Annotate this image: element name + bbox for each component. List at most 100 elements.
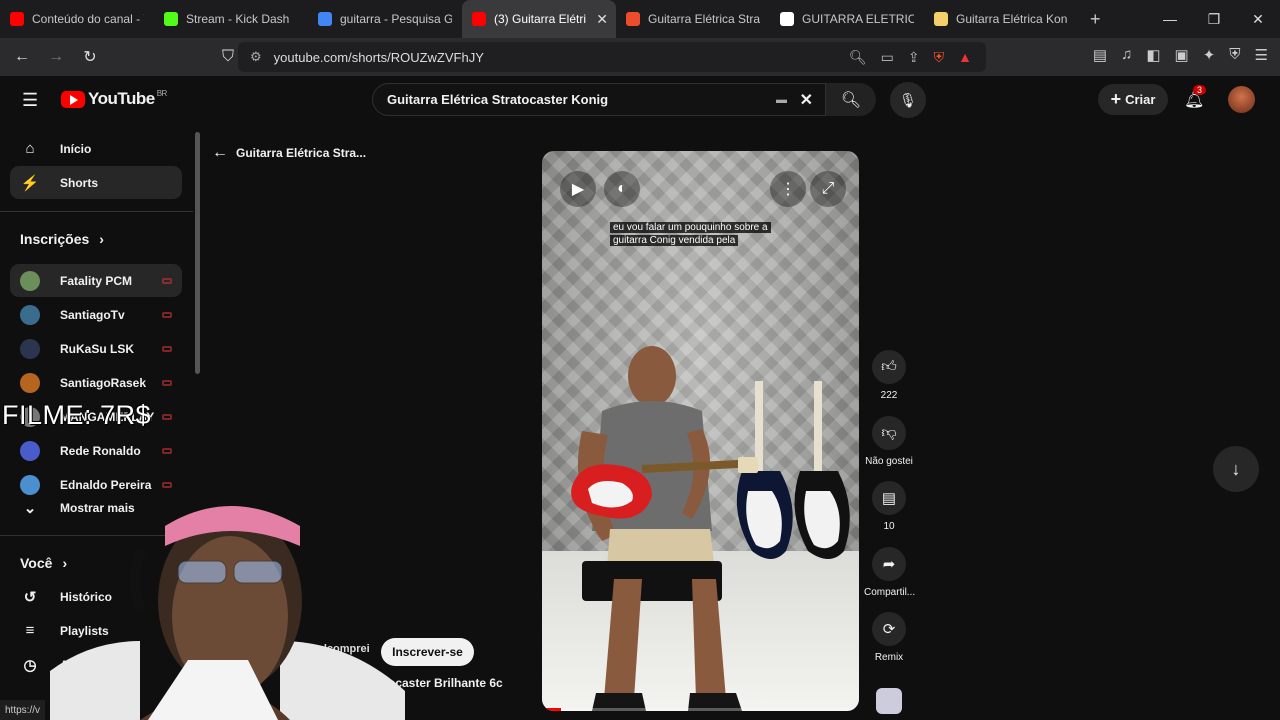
voice-search-button[interactable]: 🎙︎ (890, 82, 926, 118)
share-action[interactable]: ➦ Compartil... (864, 547, 916, 598)
sound-source-thumbnail[interactable] (864, 688, 914, 714)
history-icon: ↺ (23, 588, 37, 606)
cast-icon[interactable]: ▭ (881, 49, 894, 66)
address-bar[interactable]: ⚙ youtube.com/shorts/ROUZwZVFhJY 🔍︎ ▭ ⇪ … (238, 42, 986, 72)
playlist-icon: ≡ (25, 622, 35, 639)
create-button[interactable]: + Criar (1098, 84, 1168, 115)
more-vert-icon: ⋮ (780, 181, 796, 198)
tab-favicon-icon (934, 12, 948, 26)
sidebar-scrollbar[interactable] (195, 132, 200, 374)
sidebar-subscription[interactable]: SantiagoTv (10, 298, 182, 331)
share-arrow-icon: ➦ (872, 547, 906, 581)
close-window-icon[interactable]: ✕ (1236, 11, 1280, 28)
like-action[interactable]: 👍︎ 222 (864, 350, 914, 401)
tab-favicon-icon (780, 12, 794, 26)
thumbs-up-icon: 👍︎ (872, 350, 906, 384)
tab-title: Stream - Kick Dash (186, 12, 290, 26)
clear-search-icon[interactable]: ✕ (800, 90, 813, 110)
vpn-icon[interactable]: ⛨ (1229, 46, 1240, 64)
remix-action[interactable]: ⟳ Remix (864, 612, 914, 663)
tab-title: GUITARRA ELETRICA T (802, 12, 914, 26)
new-tab-button[interactable]: + (1090, 9, 1101, 30)
sidebar-divider (0, 211, 193, 212)
sidebar-item-home[interactable]: ⌂ Início (10, 132, 182, 165)
menu-icon[interactable]: ☰ (1255, 46, 1268, 64)
site-settings-icon[interactable]: ⚙ (250, 49, 262, 65)
mute-button[interactable]: ◐ (604, 171, 640, 207)
sidebar-subscription[interactable]: Fatality PCM (10, 264, 182, 297)
zoom-icon[interactable]: 🔍︎ (849, 49, 867, 66)
keyboard-icon[interactable]: ▬ (776, 94, 787, 106)
leo-icon[interactable]: ✦ (1203, 46, 1216, 64)
browser-tab[interactable]: guitarra - Pesquisa Go (308, 0, 462, 38)
browser-tab[interactable]: Conteúdo do canal - Y (0, 0, 154, 38)
sidebar-subscription[interactable]: SantiagoRasek (10, 366, 182, 399)
sidebar-item-shorts[interactable]: ⚡ Shorts (10, 166, 182, 199)
audio-thumbnail-icon (876, 688, 902, 714)
channel-avatar (20, 270, 40, 291)
clock-icon: ◷ (23, 656, 37, 674)
status-url: https://v (0, 700, 46, 720)
create-label: Criar (1125, 92, 1156, 107)
subscription-name: Fatality PCM (60, 273, 133, 288)
tab-title: Guitarra Elétrica Strat (648, 12, 760, 26)
notifications-button[interactable]: 🔔︎ 3 (1184, 85, 1207, 110)
brave-shield-icon[interactable]: ⛨ (934, 49, 945, 66)
sidebar-subscription[interactable]: Rede Ronaldo (10, 434, 182, 467)
browser-tab[interactable]: (3) Guitarra Elétri ✕ (462, 0, 616, 38)
window-controls: — ❐ ✕ (1148, 0, 1280, 38)
search-button[interactable]: 🔍︎ (826, 83, 876, 116)
tab-favicon-icon (10, 12, 24, 26)
url-text: youtube.com/shorts/ROUZwZVFhJY (273, 49, 484, 65)
wallet-icon[interactable]: ▣ (1175, 46, 1189, 64)
logo-region: BR (156, 89, 168, 98)
fullscreen-button[interactable]: ⤢ (810, 171, 846, 207)
subscriptions-heading[interactable]: Inscrições › (20, 231, 104, 247)
search-input[interactable]: Guitarra Elétrica Stratocaster Konig ▬ ✕ (372, 83, 826, 116)
reader-icon[interactable]: ▤ (1093, 46, 1107, 64)
shorts-icon: ⚡ (20, 174, 40, 192)
share-icon[interactable]: ⇪ (908, 49, 920, 66)
rewards-icon[interactable]: ▲ (958, 49, 972, 66)
sidebar-item-label: Shorts (60, 175, 99, 190)
more-options-button[interactable]: ⋮ (770, 171, 806, 207)
hamburger-menu-icon[interactable]: ☰ (22, 90, 38, 111)
close-tab-icon[interactable]: ✕ (596, 11, 608, 28)
tab-title: Guitarra Elétrica Konig (956, 12, 1068, 26)
like-count: 222 (880, 390, 898, 401)
live-indicator-icon (162, 379, 172, 386)
browser-tab[interactable]: GUITARRA ELETRICA T (770, 0, 924, 38)
subscription-name: SantiagoTv (60, 307, 125, 322)
home-icon: ⌂ (25, 140, 35, 157)
play-button[interactable]: ▶ (560, 171, 596, 207)
sidebar-subscription[interactable]: RuKaSu LSK (10, 332, 182, 365)
back-icon[interactable]: ← (8, 48, 36, 66)
restore-icon[interactable]: ❐ (1192, 11, 1236, 28)
reload-icon[interactable]: ↻ (76, 47, 104, 67)
thumbs-down-icon: 👎︎ (872, 416, 906, 450)
youtube-logo[interactable]: YouTube BR (61, 89, 167, 109)
short-video-player[interactable]: ▶ ◐ ⋮ ⤢ eu vou falar um pouquinho sobre … (542, 151, 859, 711)
search-query-text: Guitarra Elétrica Stratocaster Konig (387, 92, 609, 107)
channel-avatar (20, 338, 40, 359)
video-frame-figure (571, 346, 850, 711)
music-icon[interactable]: ♫ (1121, 46, 1132, 64)
video-progress-bar[interactable] (542, 708, 859, 711)
microphone-icon: 🎙︎ (899, 91, 917, 108)
browser-tab[interactable]: Guitarra Elétrica Strat (616, 0, 770, 38)
back-to-search-link[interactable]: ← Guitarra Elétrica Stra... (212, 144, 366, 162)
caption-line: eu vou falar um pouquinho sobre a (610, 222, 771, 233)
next-short-button[interactable]: ↓ (1213, 446, 1259, 492)
subscription-name: Rede Ronaldo (60, 443, 141, 458)
forward-icon[interactable]: → (42, 48, 70, 66)
comments-action[interactable]: ▤ 10 (864, 481, 914, 532)
youtube-page: ☰ YouTube BR Guitarra Elétrica Stratocas… (0, 76, 1280, 720)
browser-tab[interactable]: Guitarra Elétrica Konig (924, 0, 1078, 38)
share-label: Compartil... (864, 587, 916, 598)
browser-tab[interactable]: Stream - Kick Dash (154, 0, 308, 38)
dislike-action[interactable]: 👎︎ Não gostei (864, 416, 914, 467)
account-avatar[interactable] (1228, 86, 1255, 113)
sidebar-toggle-icon[interactable]: ◧ (1146, 46, 1160, 64)
live-indicator-icon (162, 277, 172, 284)
minimize-icon[interactable]: — (1148, 11, 1192, 27)
